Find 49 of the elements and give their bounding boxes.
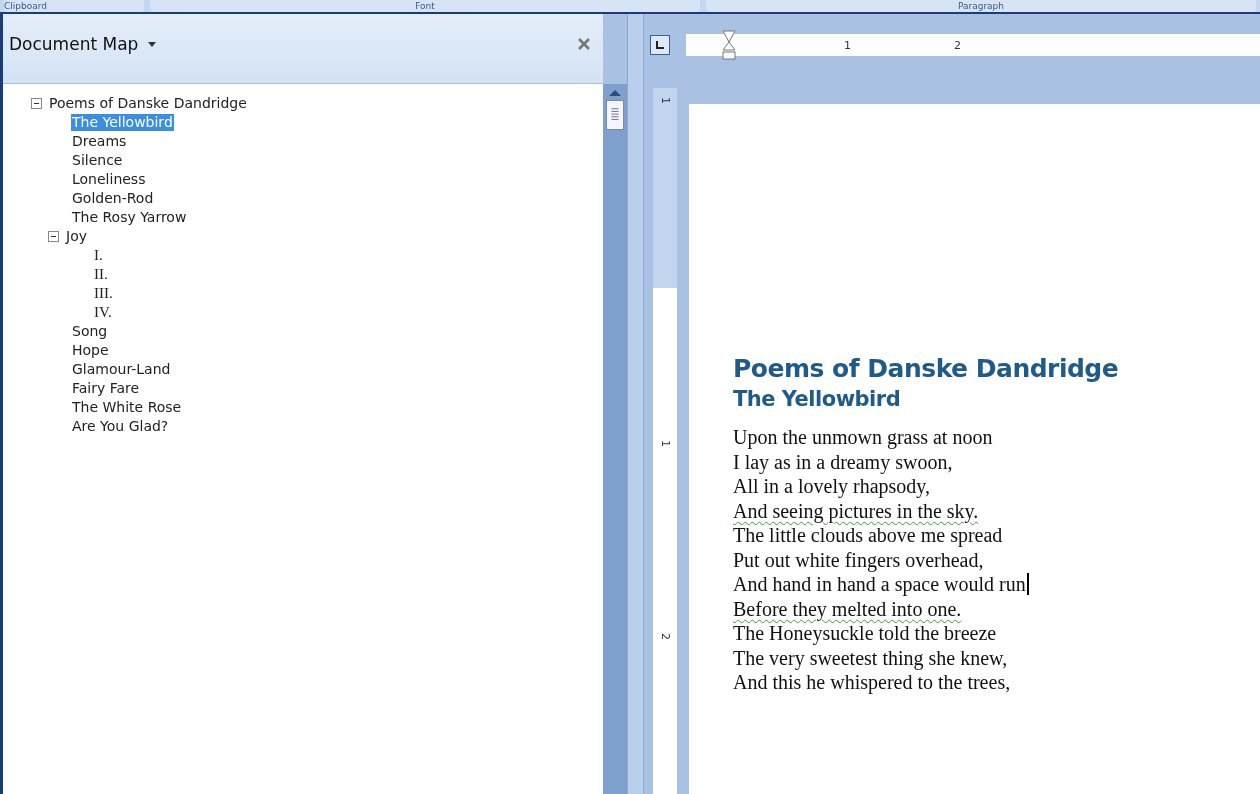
map-heading[interactable]: Dreams [71, 133, 128, 150]
map-heading[interactable]: Hope [71, 342, 110, 359]
left-tab-icon [655, 40, 665, 50]
map-heading[interactable]: The White Rose [71, 399, 183, 416]
map-heading[interactable]: Silence [71, 152, 124, 169]
ribbon-group-label: Font [150, 0, 700, 12]
map-heading[interactable]: Fairy Fare [71, 380, 141, 397]
map-heading[interactable]: The Rosy Yarrow [71, 209, 188, 226]
map-heading[interactable]: Poems of Danske Dandridge [48, 95, 248, 112]
ruler-number: 2 [658, 633, 672, 640]
collapse-icon[interactable] [31, 98, 42, 109]
document-title: Poems of Danske Dandridge [733, 354, 1120, 383]
map-heading[interactable]: Are You Glad? [71, 418, 170, 435]
map-heading[interactable]: Joy [65, 228, 88, 245]
poem-line: The very sweetest thing she knew, [733, 645, 1008, 670]
poem-line: And seeing pictures in the sky. [733, 498, 979, 523]
pane-title: Document Map [9, 34, 139, 54]
map-heading[interactable]: Golden-Rod [71, 190, 155, 207]
map-heading[interactable]: III. [93, 285, 114, 302]
poem-line: Before they melted into one. [733, 596, 962, 621]
map-heading[interactable]: I. [93, 247, 104, 264]
ribbon-group-label: Paragraph [706, 0, 1256, 12]
ruler-number: 2 [953, 38, 961, 52]
indent-marker-icon[interactable] [722, 30, 736, 60]
poem-line: And hand in hand a space would run [733, 572, 1026, 597]
ruler-number: 1 [658, 440, 672, 447]
poem-line: The little clouds above me spread [733, 523, 1003, 548]
scroll-up-icon[interactable] [609, 90, 621, 96]
tab-stop-button[interactable] [650, 35, 670, 55]
map-heading[interactable]: Song [71, 323, 109, 340]
poem-line: Upon the unmown grass at noon [733, 425, 993, 450]
ruler-number: 1 [658, 97, 672, 104]
map-heading[interactable]: II. [93, 266, 109, 283]
poem-line: And this he whispered to the trees, [733, 670, 1011, 695]
map-heading[interactable]: IV. [93, 304, 113, 321]
ribbon-group-label: Clipboard [4, 0, 144, 12]
poem-line: The Honeysuckle told the breeze [733, 621, 997, 646]
map-heading[interactable]: Loneliness [71, 171, 147, 188]
map-heading[interactable]: Glamour-Land [71, 361, 172, 378]
poem-line: All in a lovely rhapsody, [733, 474, 930, 499]
collapse-icon[interactable] [48, 231, 59, 242]
scrollbar[interactable] [603, 84, 627, 794]
poem-line: I lay as in a dreamy swoon, [733, 449, 953, 474]
poem-line: Put out white fingers overhead, [733, 547, 984, 572]
scroll-thumb[interactable] [606, 100, 624, 130]
ruler-number: 1 [843, 38, 851, 52]
poem-heading: The Yellowbird [733, 387, 902, 411]
close-icon[interactable] [577, 37, 591, 51]
dropdown-icon[interactable] [148, 41, 157, 47]
